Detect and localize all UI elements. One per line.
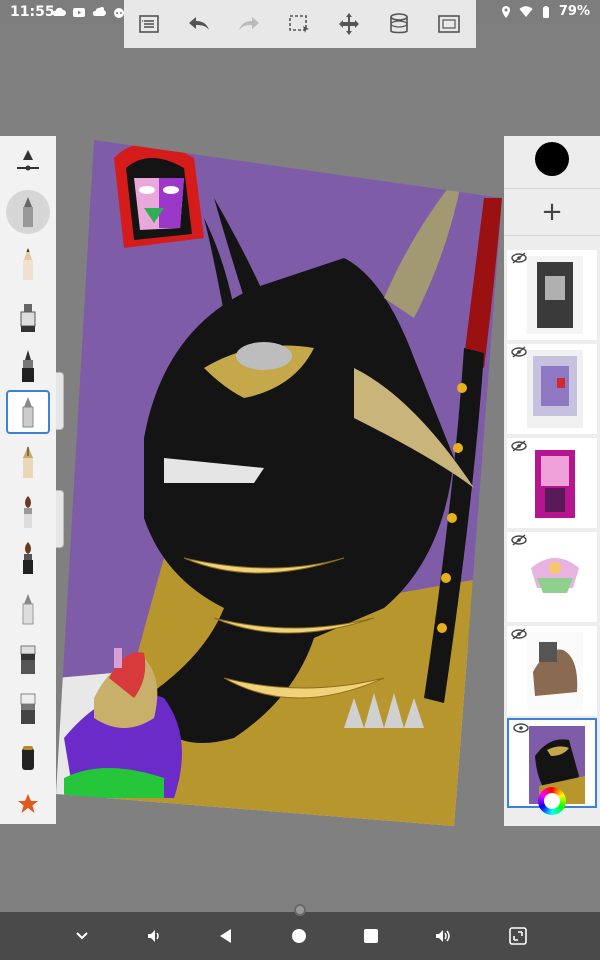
location-icon — [501, 5, 510, 18]
smudge-icon — [22, 594, 34, 625]
fullscreen-button[interactable] — [424, 0, 474, 48]
screen-rotate-button[interactable] — [506, 924, 530, 948]
hard-pencil-tool[interactable] — [6, 242, 50, 286]
layer-thumbnail[interactable] — [507, 438, 597, 528]
nav-bar — [0, 912, 600, 960]
eye-hidden-icon[interactable] — [511, 628, 527, 640]
eye-hidden-icon[interactable] — [511, 346, 527, 358]
inking-pen-tool[interactable] — [6, 390, 50, 434]
redo-icon — [239, 17, 259, 30]
fill-tool[interactable] — [6, 734, 50, 778]
battery-percent: 79% — [558, 4, 590, 19]
chevron-down-icon — [76, 932, 88, 940]
layer-thumbnail[interactable] — [507, 344, 597, 434]
smudge-tool[interactable] — [6, 586, 50, 630]
undo-icon — [189, 17, 209, 30]
cloud-sync-icon — [92, 7, 106, 16]
list-button[interactable] — [124, 0, 174, 48]
redo-button[interactable] — [224, 0, 274, 48]
layer-image — [527, 444, 583, 522]
status-time: 11:55 — [10, 4, 55, 20]
current-color-swatch[interactable] — [535, 142, 569, 176]
soft-eraser-icon — [20, 693, 36, 724]
ruler-tool[interactable] — [6, 142, 50, 186]
screen-rotate-icon — [509, 927, 527, 945]
back-button[interactable] — [214, 924, 238, 948]
selection-button[interactable] — [274, 0, 324, 48]
layers-stack-icon — [390, 13, 408, 34]
paint-brush-tool[interactable] — [6, 536, 50, 580]
eye-hidden-icon[interactable] — [511, 440, 527, 452]
back-icon — [220, 929, 231, 943]
move-icon — [339, 13, 359, 35]
fountain-pen-icon — [23, 446, 33, 478]
pencil-icon — [23, 197, 33, 227]
airbrush-tool[interactable] — [6, 344, 50, 388]
add-layer-button[interactable]: + — [504, 188, 600, 236]
hard-pencil-icon — [23, 248, 33, 280]
drawing-canvas[interactable] — [54, 138, 504, 828]
move-button[interactable] — [324, 0, 374, 48]
list-icon — [139, 15, 159, 33]
eraser-icon — [20, 645, 36, 674]
eye-hidden-icon[interactable] — [511, 534, 527, 546]
layer-thumbnail[interactable] — [507, 626, 597, 716]
soft-eraser-tool[interactable] — [6, 686, 50, 730]
layer-image — [527, 632, 583, 710]
home-button[interactable] — [287, 924, 311, 948]
home-icon — [292, 929, 306, 943]
airbrush-icon — [22, 350, 34, 382]
color-wheel-icon[interactable] — [538, 787, 566, 815]
layer-image — [527, 350, 583, 428]
youtube-icon — [73, 8, 85, 17]
recents-icon — [364, 929, 378, 943]
layer-image — [527, 256, 583, 334]
marker-icon — [20, 304, 36, 332]
plus-icon: + — [541, 197, 563, 227]
recents-button[interactable] — [359, 924, 383, 948]
layers-panel: + — [504, 136, 600, 826]
volume-up-button[interactable] — [431, 924, 455, 948]
paint-brush-icon — [23, 542, 33, 574]
eraser-tool[interactable] — [6, 636, 50, 680]
fill-icon — [22, 746, 34, 770]
cloud-icon — [52, 7, 66, 16]
marker-tool[interactable] — [6, 294, 50, 338]
eye-icon[interactable] — [513, 722, 529, 734]
volume-down-icon — [148, 930, 159, 942]
fullscreen-icon — [438, 15, 460, 33]
undo-button[interactable] — [174, 0, 224, 48]
battery-icon — [542, 5, 549, 18]
wifi-icon — [519, 5, 533, 17]
brush-tool[interactable] — [6, 490, 50, 534]
hide-nav-button[interactable] — [70, 924, 94, 948]
brush-icon — [24, 496, 32, 528]
artwork — [56, 140, 502, 826]
layers-stack-button[interactable] — [374, 0, 424, 48]
layer-thumbnail[interactable] — [507, 250, 597, 340]
favorites-tool[interactable] — [6, 782, 50, 826]
ruler-icon — [17, 150, 39, 171]
volume-down-button[interactable] — [142, 924, 166, 948]
tool-palette — [0, 136, 56, 824]
favorites-icon — [18, 794, 38, 813]
inking-pen-icon — [22, 397, 34, 428]
selection-icon — [289, 15, 309, 33]
nav-drag-handle[interactable] — [294, 904, 306, 916]
layer-thumbnail[interactable] — [507, 532, 597, 622]
pencil-tool[interactable] — [6, 190, 50, 234]
layer-image — [527, 538, 583, 616]
top-toolbar — [124, 0, 476, 48]
fountain-pen-tool[interactable] — [6, 440, 50, 484]
eye-hidden-icon[interactable] — [511, 252, 527, 264]
volume-up-icon — [436, 930, 450, 942]
